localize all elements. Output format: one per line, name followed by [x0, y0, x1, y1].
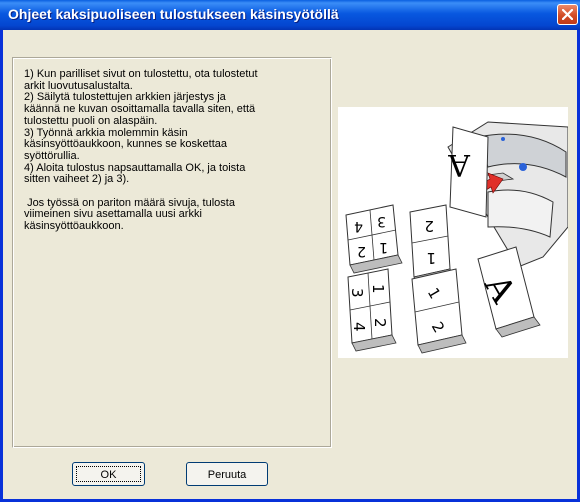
- sheet-label: 2: [424, 217, 434, 235]
- close-button[interactable]: [557, 4, 578, 25]
- sheet-label: 1: [369, 284, 387, 294]
- sheet-label: A: [448, 147, 471, 182]
- sheet-label: 4: [354, 218, 363, 234]
- sheet-label: 1: [426, 249, 436, 267]
- sheet-label: 3: [348, 288, 366, 298]
- sheet-label: 2: [371, 318, 389, 328]
- dialog-window: Ohjeet kaksipuoliseen tulostukseen käsin…: [0, 0, 580, 502]
- instructions-text: 1) Kun parilliset sivut on tulostettu, o…: [24, 68, 258, 233]
- sheet-label: 2: [357, 243, 366, 259]
- close-icon: [562, 9, 573, 20]
- sheet-label: 1: [379, 239, 388, 255]
- printer-led-small: [501, 137, 505, 141]
- page-stack-bottom-middle: 1 2: [411, 268, 467, 354]
- instructions-panel: 1) Kun parilliset sivut on tulostettu, o…: [12, 57, 332, 448]
- inserting-sheet: A: [448, 126, 489, 218]
- printer-feed-illustration: A 4 3 2 1 2 1 3 4 1 2 1 2 A: [345, 121, 569, 354]
- duplex-illustration: A 4 3 2 1 2 1 3 4 1 2 1 2 A: [338, 107, 569, 358]
- window-title: Ohjeet kaksipuoliseen tulostukseen käsin…: [8, 6, 339, 22]
- page-stack-bottom-left: 3 4 1 2: [347, 268, 397, 352]
- ok-button[interactable]: OK: [72, 462, 145, 486]
- focus-ring: [76, 466, 141, 482]
- page-stack-top-left: 4 3 2 1: [345, 204, 403, 274]
- printer-led: [519, 163, 527, 171]
- cancel-button[interactable]: Peruuta: [186, 462, 268, 486]
- sheet-label: 4: [350, 322, 368, 332]
- sheet-label: 3: [377, 213, 386, 229]
- title-bar[interactable]: Ohjeet kaksipuoliseen tulostukseen käsin…: [0, 0, 580, 30]
